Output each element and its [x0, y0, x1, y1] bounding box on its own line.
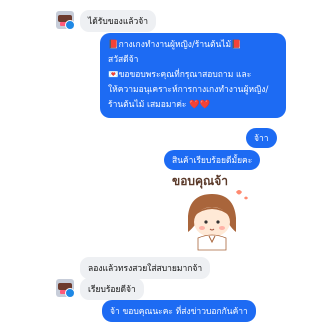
outgoing-message-jaa: จ้าา	[246, 128, 277, 148]
outgoing-message-intro: 📕กางเกงทำงานผู้หญิง/ร้านต้นไม้📕 สวัสดีจ้…	[100, 33, 286, 118]
verified-badge-icon	[65, 20, 74, 29]
sticker-girl-illustration	[188, 190, 248, 251]
thank-you-sticker[interactable]: ขอบคุณจ้า	[166, 172, 262, 252]
outgoing-message-question: สินค้าเรียบร้อยดีมั้ยคะ	[164, 150, 261, 170]
intro-line-4: 💌ขอขอบพระคุณที่กรุณาสอบถาม และ	[108, 70, 252, 80]
verified-badge-icon-2	[65, 288, 74, 297]
intro-line-1: 📕กางเกงทำงานผู้หญิง/ร้านต้นไม้📕	[108, 40, 242, 50]
incoming-message-feedback: ลองแล้วทรงสวยใส่สบายมากจ้า	[80, 257, 211, 279]
intro-line-2: สวัสดีจ้า	[108, 55, 139, 65]
shop-avatar-2[interactable]	[56, 279, 74, 297]
shop-avatar[interactable]	[56, 11, 74, 29]
intro-line-5: ให้ความอนุเคราะห์การกางเกงทำงานผู้หญิง/	[108, 85, 269, 95]
incoming-message-ok: เรียบร้อยดีจ้า	[80, 278, 144, 300]
outgoing-message-thanks: จ้า ขอบคุณนะคะ ที่ส่งข่าวบอกกันค้าา	[102, 300, 256, 322]
incoming-message-1: ได้รับของแล้วจ้า	[80, 10, 157, 32]
intro-line-6: ร้านต้นไม้ เสมอมาค่ะ ❤️❤️	[108, 100, 211, 110]
